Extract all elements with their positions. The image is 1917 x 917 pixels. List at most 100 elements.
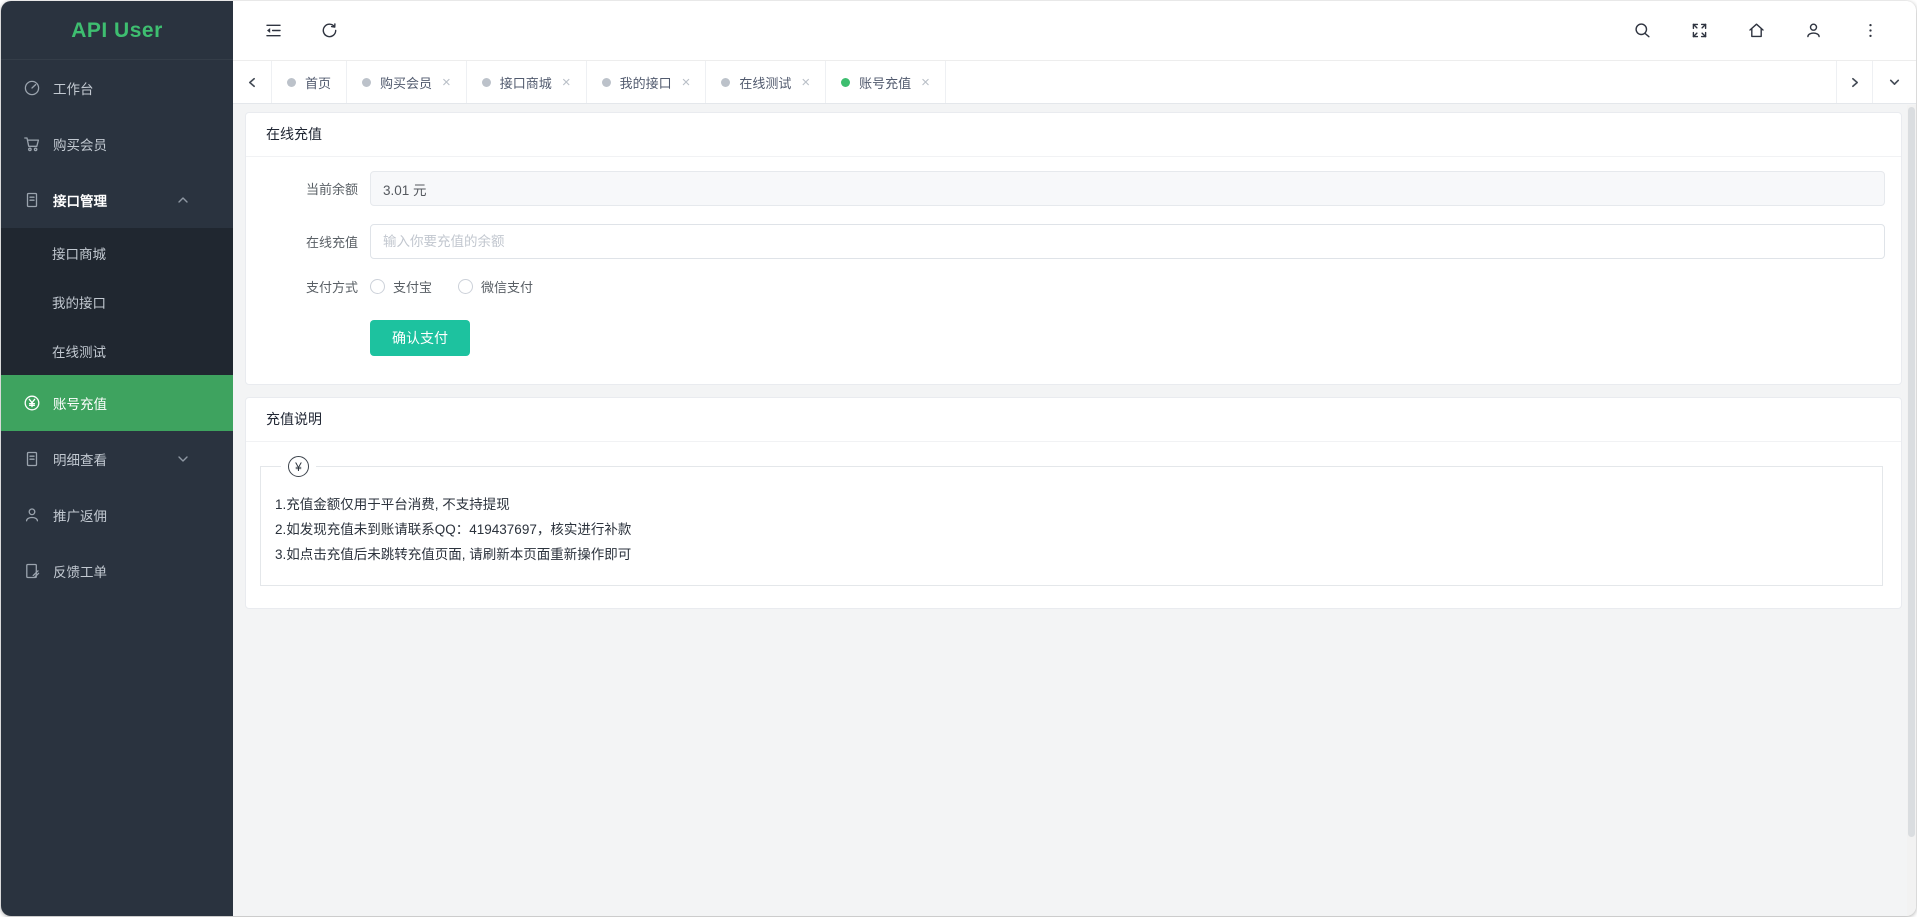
chevron-down-icon (177, 453, 189, 468)
wechat-pay-radio[interactable]: 微信支付 (458, 277, 533, 296)
alipay-radio[interactable]: 支付宝 (370, 277, 432, 296)
yen-icon (23, 394, 41, 412)
submit-row: 确认支付 (266, 320, 1885, 356)
dashboard-icon (23, 79, 41, 97)
search-icon[interactable] (1632, 21, 1652, 41)
tab-list: 首页 购买会员 × 接口商城 × 我的接口 × (272, 61, 1836, 103)
amount-label: 在线充值 (266, 232, 358, 251)
user-icon[interactable] (1803, 21, 1823, 41)
vertical-scrollbar[interactable] (1907, 105, 1916, 916)
yen-icon: ¥ (288, 456, 309, 477)
sidebar-item-label: 推广返佣 (53, 505, 107, 525)
sidebar-menu: 工作台 购买会员 接口管理 接口商城 (1, 60, 233, 599)
payment-method-row: 支付方式 支付宝 微信支付 (266, 277, 1885, 296)
app-logo: API User (1, 1, 233, 60)
app-window: API User 工作台 购买会员 接口管理 (1, 1, 1916, 916)
chevron-up-icon (177, 194, 189, 209)
sidebar-item-label: 在线测试 (52, 341, 106, 361)
sidebar-item-detail-view[interactable]: 明细查看 (1, 431, 233, 487)
tab-bar: 首页 购买会员 × 接口商城 × 我的接口 × (233, 61, 1916, 104)
radio-circle-icon[interactable] (458, 279, 473, 294)
confirm-pay-button[interactable]: 确认支付 (370, 320, 470, 356)
tabs-scroll-right-button[interactable] (1836, 61, 1872, 103)
tab-label: 购买会员 (380, 73, 432, 92)
sidebar-item-label: 接口商城 (52, 243, 106, 263)
sidebar-item-api-mall[interactable]: 接口商城 (1, 228, 233, 277)
chevron-right-icon (1848, 76, 1861, 89)
note-line: 2.如发现充值未到账请联系QQ：419437697，核实进行补款 (275, 517, 1868, 542)
sidebar-item-label: 明细查看 (53, 449, 107, 469)
tab-label: 接口商城 (500, 73, 552, 92)
sidebar-item-label: 账号充值 (53, 393, 107, 413)
tab-dot (482, 78, 491, 87)
more-icon[interactable] (1860, 21, 1880, 41)
home-icon[interactable] (1746, 21, 1766, 41)
cart-icon (23, 135, 41, 153)
sidebar-submenu-api-management: 接口商城 我的接口 在线测试 (1, 228, 233, 375)
sidebar-item-label: 反馈工单 (53, 561, 107, 581)
sidebar-item-label: 购买会员 (53, 134, 107, 154)
radio-circle-icon[interactable] (370, 279, 385, 294)
tab-online-test[interactable]: 在线测试 × (706, 61, 826, 103)
sidebar-item-referral[interactable]: 推广返佣 (1, 487, 233, 543)
tab-my-apis[interactable]: 我的接口 × (587, 61, 707, 103)
sidebar-item-workbench[interactable]: 工作台 (1, 60, 233, 116)
sidebar-item-account-recharge[interactable]: 账号充值 (1, 375, 233, 431)
balance-label: 当前余额 (266, 179, 358, 198)
chevron-down-icon (1888, 76, 1901, 89)
top-bar-right (1632, 21, 1880, 41)
balance-field (370, 171, 1885, 206)
hamburger-icon[interactable] (263, 21, 283, 41)
tab-dot (721, 78, 730, 87)
close-icon[interactable]: × (682, 75, 691, 90)
sidebar-item-feedback-ticket[interactable]: 反馈工单 (1, 543, 233, 599)
sidebar-item-online-test[interactable]: 在线测试 (1, 326, 233, 375)
page-content: 在线充值 当前余额 在线充值 支付方式 支付宝 (233, 104, 1916, 916)
recharge-card-title: 在线充值 (246, 113, 1901, 157)
tab-label: 账号充值 (859, 73, 911, 92)
close-icon[interactable]: × (801, 75, 810, 90)
tab-account-recharge[interactable]: 账号充值 × (826, 61, 946, 103)
wechat-pay-radio-label: 微信支付 (481, 277, 533, 296)
tabs-options-button[interactable] (1872, 61, 1916, 103)
sidebar-item-api-management[interactable]: 接口管理 (1, 172, 233, 228)
sidebar-item-buy-membership[interactable]: 购买会员 (1, 116, 233, 172)
close-icon[interactable]: × (921, 75, 930, 90)
sidebar-item-my-apis[interactable]: 我的接口 (1, 277, 233, 326)
tab-dot (841, 78, 850, 87)
amount-row: 在线充值 (266, 224, 1885, 259)
tab-home[interactable]: 首页 (272, 61, 347, 103)
user-icon (23, 506, 41, 524)
tab-dot (362, 78, 371, 87)
fullscreen-icon[interactable] (1689, 21, 1709, 41)
scrollbar-thumb[interactable] (1908, 107, 1915, 837)
sidebar-item-label: 接口管理 (53, 190, 107, 210)
recharge-form: 当前余额 在线充值 支付方式 支付宝 (246, 157, 1901, 384)
feedback-icon (23, 562, 41, 580)
document-icon (23, 191, 41, 209)
sidebar-item-label: 工作台 (53, 78, 94, 98)
payment-method-label: 支付方式 (266, 277, 358, 296)
tab-label: 首页 (305, 73, 331, 92)
tab-buy-membership[interactable]: 购买会员 × (347, 61, 467, 103)
yen-badge: ¥ (281, 456, 316, 477)
close-icon[interactable]: × (562, 75, 571, 90)
main-area: 首页 购买会员 × 接口商城 × 我的接口 × (233, 1, 1916, 916)
refresh-icon[interactable] (319, 21, 339, 41)
alipay-radio-label: 支付宝 (393, 277, 432, 296)
tabs-scroll-left-button[interactable] (233, 61, 272, 103)
recharge-card: 在线充值 当前余额 在线充值 支付方式 支付宝 (245, 112, 1902, 385)
notes-card-body: ¥ 1.充值金额仅用于平台消费, 不支持提现 2.如发现充值未到账请联系QQ：4… (246, 442, 1901, 608)
document-icon (23, 450, 41, 468)
top-bar (233, 1, 1916, 61)
tab-dot (287, 78, 296, 87)
recharge-notes-card: 充值说明 ¥ 1.充值金额仅用于平台消费, 不支持提现 2.如发现充值未到账请联… (245, 397, 1902, 609)
amount-field[interactable] (370, 224, 1885, 259)
sidebar: API User 工作台 购买会员 接口管理 (1, 1, 233, 916)
tab-label: 我的接口 (620, 73, 672, 92)
note-line: 1.充值金额仅用于平台消费, 不支持提现 (275, 492, 1868, 517)
close-icon[interactable]: × (442, 75, 451, 90)
notes-box: ¥ 1.充值金额仅用于平台消费, 不支持提现 2.如发现充值未到账请联系QQ：4… (260, 466, 1883, 586)
top-bar-left (263, 21, 339, 41)
tab-api-mall[interactable]: 接口商城 × (467, 61, 587, 103)
